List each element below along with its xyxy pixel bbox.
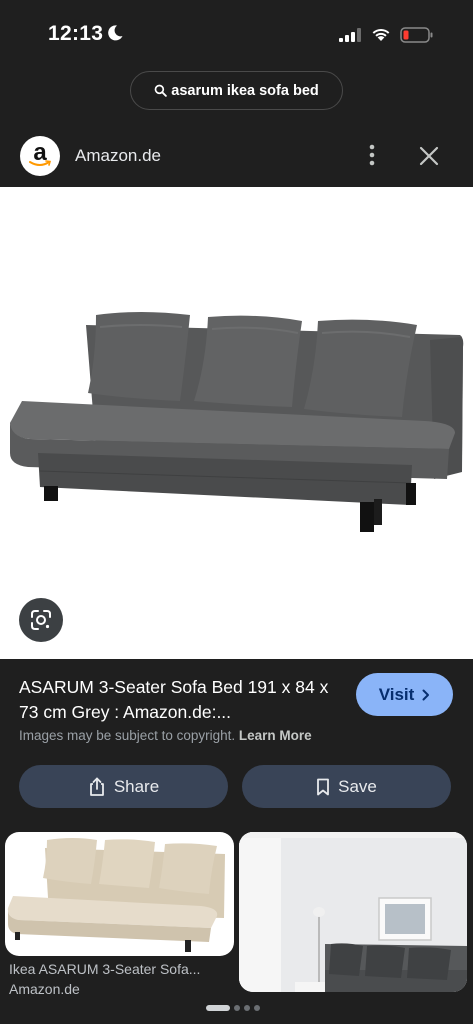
chevron-right-icon xyxy=(422,689,430,700)
close-icon[interactable] xyxy=(419,146,439,166)
learn-more-link[interactable]: Learn More xyxy=(239,728,312,743)
page-dot xyxy=(254,1005,260,1011)
source-header: a Amazon.de xyxy=(0,130,473,187)
status-bar: 12:13 xyxy=(0,0,473,70)
page-dot-active xyxy=(206,1005,230,1011)
related-result-tile[interactable] xyxy=(239,832,467,992)
page-indicator xyxy=(206,1005,260,1011)
amazon-smile-icon xyxy=(29,160,51,166)
share-button-label: Share xyxy=(113,776,160,796)
source-name[interactable]: Amazon.de xyxy=(75,146,161,166)
search-query-chip[interactable]: asarum ikea sofa bed xyxy=(130,71,343,110)
moon-icon xyxy=(108,25,123,41)
visit-button-label: Visit xyxy=(378,684,415,704)
copyright-notice: Images may be subject to copyright. Lear… xyxy=(19,728,312,743)
living-room-thumbnail xyxy=(239,832,467,992)
save-button-label: Save xyxy=(338,776,377,796)
signal-icon xyxy=(339,28,361,42)
related-result-title[interactable]: Ikea ASARUM 3-Seater Sofa... xyxy=(9,961,229,977)
beige-sofa-thumbnail xyxy=(7,838,225,952)
search-query-text: asarum ikea sofa bed xyxy=(171,82,319,99)
status-time: 12:13 xyxy=(48,22,104,45)
lens-icon xyxy=(31,610,51,630)
save-button[interactable]: Save xyxy=(242,765,451,808)
google-lens-button[interactable] xyxy=(19,598,63,642)
search-icon xyxy=(154,84,168,97)
amazon-logo[interactable]: a xyxy=(20,136,60,176)
copyright-text: Images may be subject to copyright. xyxy=(19,728,236,743)
related-result-tile[interactable] xyxy=(5,832,234,956)
share-icon xyxy=(89,777,104,796)
sofa-image xyxy=(10,312,464,532)
related-result-source: Amazon.de xyxy=(9,981,80,995)
page-dot xyxy=(244,1005,250,1011)
share-button[interactable]: Share xyxy=(19,765,228,808)
wifi-icon xyxy=(372,28,390,41)
more-options-icon[interactable] xyxy=(362,144,382,166)
visit-button[interactable]: Visit xyxy=(356,673,453,716)
bookmark-icon xyxy=(317,778,330,795)
product-image[interactable] xyxy=(0,187,473,659)
page-dot xyxy=(234,1005,240,1011)
battery-icon xyxy=(400,27,433,43)
product-title[interactable]: ASARUM 3-Seater Sofa Bed 191 x 84 x 73 c… xyxy=(19,675,339,725)
